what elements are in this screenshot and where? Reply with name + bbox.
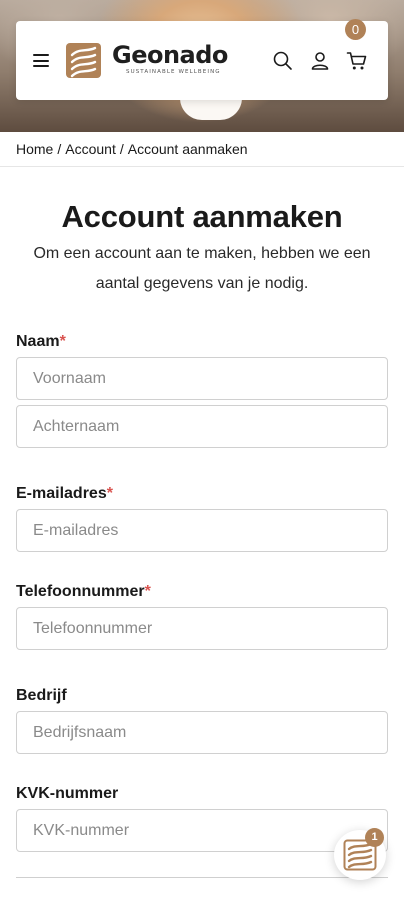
phone-input[interactable]	[16, 607, 388, 650]
hero-smile	[180, 98, 242, 120]
company-label: Bedrijf	[16, 687, 67, 704]
required-mark: *	[106, 485, 113, 502]
cart-icon[interactable]	[346, 50, 368, 72]
breadcrumb-separator: /	[119, 141, 124, 157]
name-label: Naam*	[16, 333, 66, 350]
cart-count-badge[interactable]: 0	[345, 19, 366, 40]
required-mark: *	[144, 583, 151, 600]
logo-wordmark[interactable]: Geonado	[112, 41, 228, 69]
breadcrumb-separator: /	[57, 141, 62, 157]
widget-count-badge: 1	[365, 828, 384, 847]
breadcrumb-account-link[interactable]: Account	[65, 141, 116, 157]
phone-label: Telefoonnummer*	[16, 583, 151, 600]
page-title: Account aanmaken	[61, 199, 343, 234]
search-icon[interactable]	[272, 50, 294, 72]
intro-text: Om een account aan te maken, hebben we e…	[33, 245, 371, 292]
breadcrumb-home-link[interactable]: Home	[16, 141, 53, 157]
site-header: Geonado SUSTAINABLE WELLBEING	[16, 21, 388, 100]
user-icon[interactable]	[309, 50, 331, 72]
breadcrumb-current: Account aanmaken	[127, 141, 248, 157]
logo-icon[interactable]	[65, 42, 102, 79]
form-divider	[16, 877, 388, 878]
kvk-label: KVK-nummer	[16, 785, 119, 802]
email-input[interactable]	[16, 509, 388, 552]
required-mark: *	[59, 333, 66, 350]
logo-tagline: SUSTAINABLE WELLBEING	[126, 69, 221, 75]
breadcrumb-divider	[0, 166, 404, 167]
breadcrumb: Home / Account / Account aanmaken	[16, 141, 248, 157]
kvk-input[interactable]	[16, 809, 388, 852]
firstname-input[interactable]	[16, 357, 388, 400]
email-label: E-mailadres*	[16, 485, 113, 502]
company-input[interactable]	[16, 711, 388, 754]
menu-icon[interactable]	[33, 54, 49, 67]
lastname-input[interactable]	[16, 405, 388, 448]
